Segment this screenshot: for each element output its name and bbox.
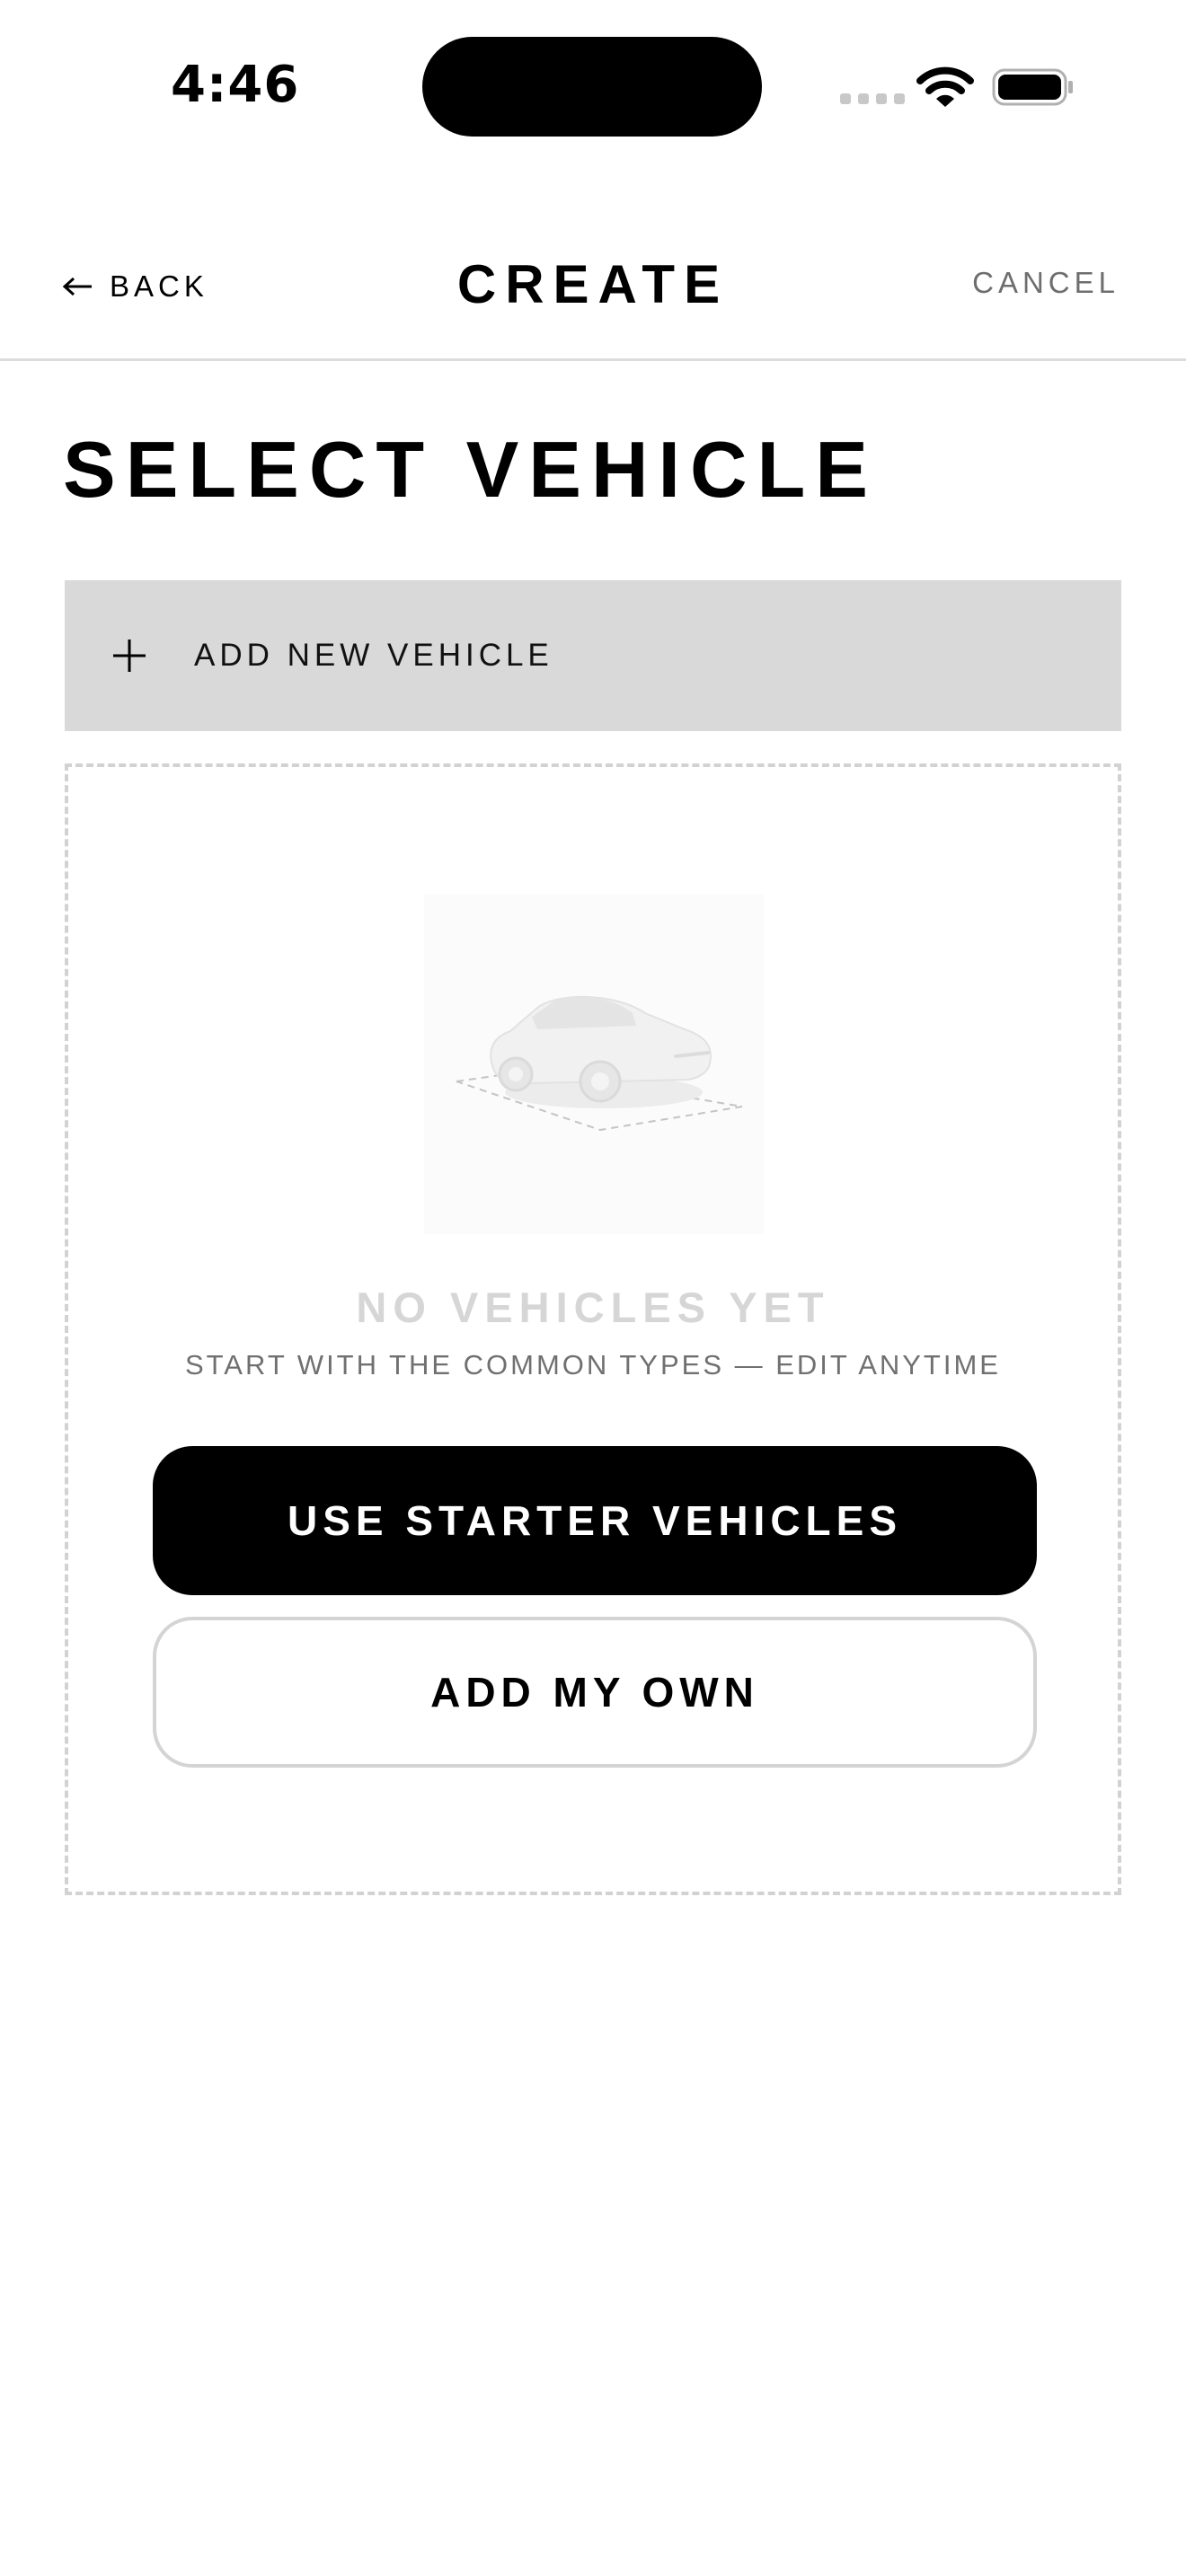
add-my-own-label: ADD MY OWN xyxy=(430,1669,759,1716)
add-new-vehicle-label: ADD NEW VEHICLE xyxy=(194,638,553,673)
page-title: SELECT VEHICLE xyxy=(63,425,878,514)
car-icon xyxy=(456,995,743,1132)
empty-state-illustration xyxy=(424,895,764,1234)
cellular-signal-icon xyxy=(840,93,905,104)
plus-icon xyxy=(113,640,146,672)
nav-divider xyxy=(0,358,1186,361)
use-starter-vehicles-label: USE STARTER VEHICLES xyxy=(288,1497,902,1544)
empty-state-subtitle: START WITH THE COMMON TYPES — EDIT ANYTI… xyxy=(185,1349,1001,1381)
add-my-own-button[interactable]: ADD MY OWN xyxy=(153,1617,1037,1768)
status-time: 4:46 xyxy=(171,56,300,114)
cancel-button[interactable]: CANCEL xyxy=(972,266,1120,300)
add-new-vehicle-button[interactable]: ADD NEW VEHICLE xyxy=(65,580,1121,731)
battery-icon xyxy=(992,68,1073,106)
use-starter-vehicles-button[interactable]: USE STARTER VEHICLES xyxy=(153,1446,1037,1595)
wifi-icon xyxy=(916,66,974,107)
empty-state-title: NO VEHICLES YET xyxy=(356,1284,830,1331)
screen: 4:46 BACK CREATE CANCEL SELECT VEHICLE A… xyxy=(0,0,1186,2576)
empty-state-card: NO VEHICLES YET START WITH THE COMMON TY… xyxy=(65,763,1121,1895)
dynamic-island xyxy=(422,37,762,137)
